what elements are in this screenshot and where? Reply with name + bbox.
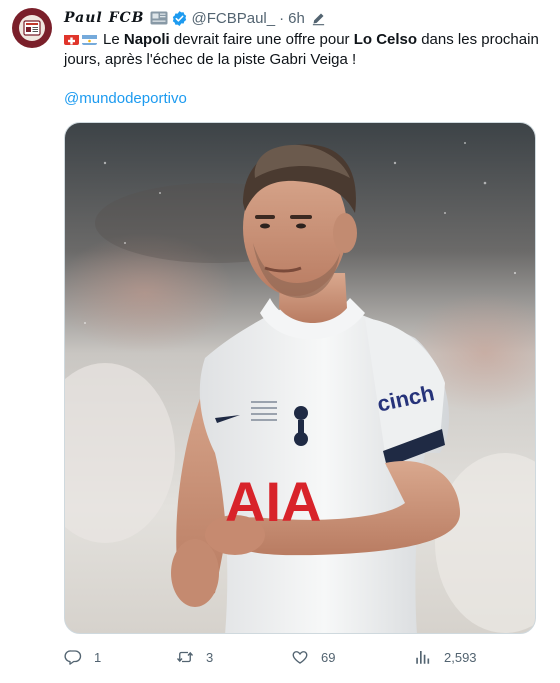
views-icon <box>416 651 430 664</box>
verified-icon <box>171 10 188 27</box>
tweet-header: Paul FCB @FCBPaul_ · 6h <box>64 8 326 28</box>
repost-icon <box>176 651 194 663</box>
reply-icon <box>64 650 82 665</box>
edit-icon <box>311 11 326 26</box>
tweet-text-line-2: jours, après l'échec de la piste Gabri V… <box>64 51 357 68</box>
display-name[interactable]: Paul FCB <box>64 10 145 26</box>
author-handle[interactable]: @FCBPaul_ <box>192 10 276 27</box>
tweet-text: Le Napoli devrait faire une offre pour L… <box>64 30 554 70</box>
like-icon <box>292 651 308 664</box>
tweet-actions: 1 3 69 2,593 <box>64 646 544 668</box>
text-bold-napoli: Napoli <box>123 31 170 48</box>
tweet-photo[interactable]: cinch AIA <box>64 122 536 634</box>
reply-button[interactable]: 1 <box>64 646 101 668</box>
text-segment: Le <box>103 31 124 48</box>
chest-sponsor: AIA <box>225 470 321 533</box>
text-bold-lo-celso: Lo Celso <box>353 31 418 48</box>
repost-button[interactable]: 3 <box>176 646 213 668</box>
like-count: 69 <box>321 649 336 665</box>
news-badge-icon <box>150 10 168 26</box>
mention-link[interactable]: @mundodeportivo <box>64 90 187 107</box>
reply-count: 1 <box>94 649 102 665</box>
views-button[interactable]: 2,593 <box>414 646 477 668</box>
timestamp[interactable]: 6h <box>288 10 305 27</box>
repost-count: 3 <box>206 649 214 665</box>
newspaper-icon <box>19 15 45 41</box>
tweet[interactable]: Paul FCB @FCBPaul_ · 6h Le Napoli devrai… <box>0 0 560 683</box>
like-button[interactable]: 69 <box>291 646 335 668</box>
tweet-text-line-1: Le Napoli devrait faire une offre pour L… <box>64 30 554 50</box>
avatar[interactable] <box>12 8 52 48</box>
text-segment: dans les prochain <box>417 31 539 48</box>
swiss-flag-icon <box>64 33 79 45</box>
text-segment: devrait faire une offre pour <box>169 31 354 48</box>
argentina-flag-icon <box>82 33 97 45</box>
view-count: 2,593 <box>444 649 477 665</box>
separator: · <box>279 9 285 27</box>
